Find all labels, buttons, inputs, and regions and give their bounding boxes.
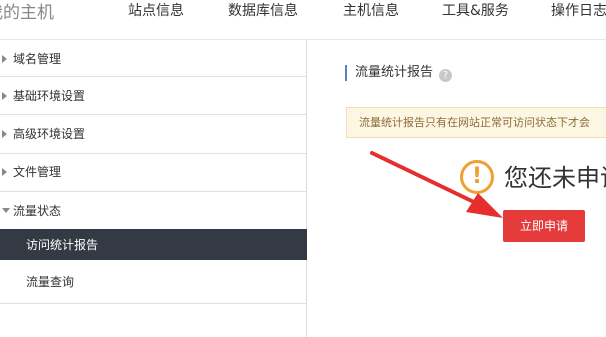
annotation-arrow-icon: [370, 151, 503, 218]
